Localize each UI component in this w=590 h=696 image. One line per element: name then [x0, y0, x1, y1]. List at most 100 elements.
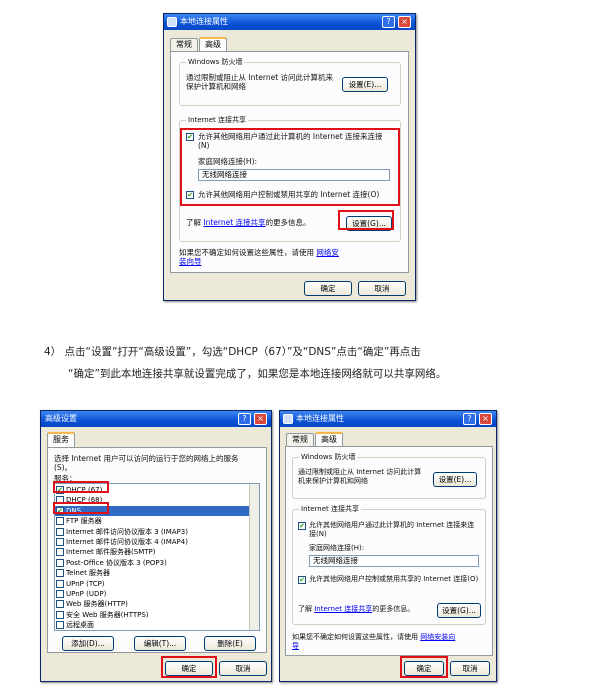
local-connection-properties-dialog: 本地连接属性 ? × 常规 高级 Windows 防火墙 通过限制或阻止从 In…: [163, 13, 416, 301]
firewall-description: 通过限制或阻止从 Internet 访问此计算机来保护计算机和网络: [186, 73, 334, 91]
service-checkbox[interactable]: [56, 558, 64, 567]
service-list-item[interactable]: 远程桌面: [55, 620, 249, 630]
allow-control-label: 允许其他网络用户控制或禁用共享的 Internet 连接(O): [309, 575, 479, 583]
delete-service-button[interactable]: 删除(E): [204, 636, 256, 651]
firewall-group: Windows 防火墙 通过限制或阻止从 Internet 访问此计算机来保护计…: [292, 452, 486, 499]
title-bar: 高级设置 ? ×: [41, 411, 271, 427]
service-label: UPnP (UDP): [66, 589, 107, 598]
allow-sharing-label: 允许其他网络用户通过此计算机的 Internet 连接来连接(N): [309, 521, 475, 538]
service-label: 远程桌面: [66, 621, 94, 630]
network-icon: [167, 17, 177, 27]
service-checkbox[interactable]: [56, 621, 64, 630]
close-button[interactable]: ×: [479, 413, 492, 425]
learn-more-text: 了解 Internet 连接共享的更多信息。: [186, 218, 311, 227]
advanced-tab-panel: Windows 防火墙 通过限制或阻止从 Internet 访问此计算机来保护计…: [285, 446, 493, 656]
learn-more-suffix: 的更多信息。: [265, 218, 311, 227]
service-list-item[interactable]: Post-Office 协议版本 3 (POP3): [55, 558, 249, 568]
cancel-button[interactable]: 取消: [219, 661, 267, 676]
dialog-title: 本地连接属性: [180, 17, 228, 26]
tab-advanced[interactable]: 高级: [315, 432, 343, 447]
service-list-item[interactable]: FTP 服务器: [55, 516, 249, 526]
advanced-settings-dialog: 高级设置 ? × 服务 选择 Internet 用户可以访问的运行于您的网络上的…: [40, 410, 272, 682]
learn-more-text: 了解 Internet 连接共享的更多信息。: [298, 605, 414, 614]
tab-services[interactable]: 服务: [47, 432, 75, 447]
service-checkbox[interactable]: [56, 517, 64, 526]
close-button[interactable]: ×: [398, 16, 411, 28]
service-list-item[interactable]: Internet 邮件服务器(SMTP): [55, 547, 249, 557]
dialog-title: 本地连接属性: [296, 414, 344, 423]
tab-advanced[interactable]: 高级: [199, 37, 227, 52]
help-button[interactable]: ?: [382, 16, 395, 28]
add-service-button[interactable]: 添加(D)...: [62, 636, 114, 651]
wizard-description: 如果您不确定如何设置这些属性，请使用: [292, 633, 418, 641]
instruction-line-1: 4） 点击“设置”打开“高级设置”，勾选“DHCP（67）”及“DNS”点击“确…: [44, 346, 421, 358]
service-list-item[interactable]: Internet 邮件访问协议版本 3 (IMAP3): [55, 527, 249, 537]
service-checkbox[interactable]: [56, 527, 64, 536]
service-list-item[interactable]: Internet 邮件访问协议版本 4 (IMAP4): [55, 537, 249, 547]
service-checkbox[interactable]: [56, 579, 64, 588]
service-checkbox[interactable]: [56, 589, 64, 598]
dialog-title: 高级设置: [45, 414, 77, 423]
service-label: Internet 邮件访问协议版本 4 (IMAP4): [66, 537, 188, 546]
firewall-group: Windows 防火墙 通过限制或阻止从 Internet 访问此计算机来保护计…: [179, 57, 401, 106]
service-list-item[interactable]: Web 服务器(HTTP): [55, 599, 249, 609]
highlight-dns: [53, 502, 109, 514]
firewall-description: 通过限制或阻止从 Internet 访问此计算机来保护计算机和网络: [298, 468, 422, 485]
service-label: Web 服务器(HTTP): [66, 600, 128, 609]
ics-help-link[interactable]: Internet 连接共享: [203, 218, 265, 227]
home-network-select[interactable]: 无线网络连接: [309, 555, 479, 567]
service-checkbox[interactable]: [56, 610, 64, 619]
tab-general[interactable]: 常规: [170, 38, 198, 52]
firewall-settings-button[interactable]: 设置(E)...: [433, 472, 477, 487]
service-list-item[interactable]: UPnP (UDP): [55, 589, 249, 599]
highlight-ics-options: [180, 128, 400, 206]
close-button[interactable]: ×: [254, 413, 267, 425]
home-network-label: 家庭网络连接(H):: [309, 544, 365, 552]
service-label: FTP 服务器: [66, 517, 102, 526]
firewall-group-title: Windows 防火墙: [186, 57, 245, 67]
title-bar: 本地连接属性 ? ×: [164, 14, 415, 30]
service-list-item[interactable]: Telnet 服务器: [55, 568, 249, 578]
learn-more-prefix: 了解: [298, 605, 312, 613]
ics-settings-button[interactable]: 设置(G)...: [437, 603, 481, 618]
network-icon: [283, 414, 293, 424]
help-button[interactable]: ?: [238, 413, 251, 425]
ok-button[interactable]: 确定: [304, 281, 352, 296]
service-label: Post-Office 协议版本 3 (POP3): [66, 558, 167, 567]
service-checkbox[interactable]: [56, 548, 64, 557]
service-label: Telnet 服务器: [66, 569, 111, 578]
ics-group-title: Internet 连接共享: [186, 115, 249, 125]
service-checkbox[interactable]: [56, 569, 64, 578]
cancel-button[interactable]: 取消: [450, 661, 490, 676]
service-label: Internet 邮件服务器(SMTP): [66, 548, 156, 557]
service-checkbox[interactable]: [56, 600, 64, 609]
learn-more-prefix: 了解: [186, 218, 201, 227]
ics-help-link[interactable]: Internet 连接共享: [314, 605, 372, 613]
edit-service-button[interactable]: 编辑(T)...: [134, 636, 186, 651]
tab-strip: 常规 高级: [286, 432, 344, 447]
service-label: UPnP (TCP): [66, 579, 105, 588]
service-list-item[interactable]: UPnP (TCP): [55, 579, 249, 589]
services-panel: 选择 Internet 用户可以访问的运行于您的网络上的服务(S)。 服务： ✔…: [47, 447, 267, 653]
service-checkbox[interactable]: [56, 537, 64, 546]
highlight-ok-button: [400, 656, 448, 678]
services-scrollbar[interactable]: [249, 484, 259, 630]
service-list-item[interactable]: 安全 Web 服务器(HTTPS): [55, 610, 249, 620]
wizard-text: 如果您不确定如何设置这些属性，请使用 网络安装向导: [179, 248, 339, 266]
ics-group-title: Internet 连接共享: [299, 504, 362, 514]
tab-general[interactable]: 常规: [286, 433, 314, 447]
services-description: 选择 Internet 用户可以访问的运行于您的网络上的服务(S)。: [54, 454, 239, 472]
firewall-settings-button[interactable]: 设置(E)...: [342, 77, 388, 92]
cancel-button[interactable]: 取消: [358, 281, 406, 296]
firewall-group-title: Windows 防火墙: [299, 452, 358, 462]
help-button[interactable]: ?: [463, 413, 476, 425]
ics-group: Internet 连接共享 ✔ 允许其他网络用户通过此计算机的 Internet…: [292, 504, 486, 625]
learn-more-suffix: 的更多信息。: [372, 605, 415, 613]
title-bar: 本地连接属性 ? ×: [280, 411, 496, 427]
allow-control-checkbox[interactable]: ✔: [298, 576, 306, 584]
highlight-ok-button: [161, 656, 217, 678]
highlight-settings-button: [338, 210, 394, 230]
highlight-dhcp67: [53, 481, 109, 493]
tab-strip: 常规 高级: [170, 37, 228, 52]
allow-sharing-checkbox[interactable]: ✔: [298, 522, 306, 530]
